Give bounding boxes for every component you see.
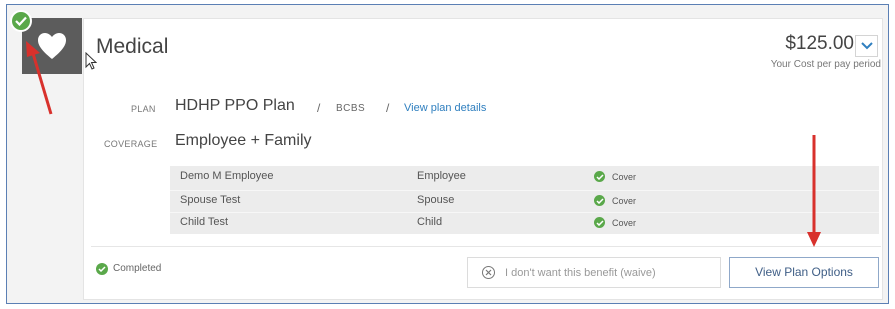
chevron-down-icon (861, 42, 873, 50)
dependent-name: Demo M Employee (180, 170, 274, 182)
dependents-table: Demo M Employee Employee Cover Spouse Te… (170, 166, 879, 234)
completion-status: Completed (113, 263, 162, 274)
annotation-arrow (26, 41, 53, 115)
check-circle-icon (594, 195, 605, 206)
check-circle-icon (594, 217, 605, 228)
waive-benefit-button[interactable]: I don't want this benefit (waive) (467, 257, 721, 288)
plan-name: HDHP PPO Plan (175, 97, 295, 114)
dependent-name: Child Test (180, 216, 229, 228)
separator: / (386, 101, 390, 115)
cost-label: Your Cost per pay period (770, 59, 881, 70)
dependent-relationship: Employee (417, 170, 466, 182)
dependent-relationship: Child (417, 216, 443, 228)
divider (91, 246, 881, 247)
benefit-title: Medical (96, 35, 169, 58)
annotation-arrow (807, 135, 821, 247)
completed-badge-icon (10, 10, 32, 32)
table-row: Child Test Child Cover (170, 212, 879, 233)
waive-button-label: I don't want this benefit (waive) (505, 267, 656, 279)
x-circle-icon (482, 266, 495, 279)
dependent-name: Spouse Test (180, 194, 241, 206)
coverage-status: Cover (612, 196, 637, 206)
view-plan-details-link[interactable]: View plan details (404, 102, 486, 114)
plan-label: PLAN (131, 104, 156, 114)
cost-dropdown-button[interactable] (855, 35, 878, 57)
coverage-value: Employee + Family (175, 132, 312, 149)
separator: / (317, 101, 321, 115)
coverage-status: Cover (612, 218, 637, 228)
check-circle-icon (594, 171, 605, 182)
benefit-cost: $125.00 (785, 33, 854, 54)
dependent-relationship: Spouse (417, 194, 455, 206)
check-circle-icon (96, 263, 108, 275)
view-plan-options-button[interactable]: View Plan Options (729, 257, 879, 288)
table-row: Spouse Test Spouse Cover (170, 190, 879, 211)
plan-carrier: BCBS (336, 103, 366, 114)
coverage-status: Cover (612, 172, 637, 182)
table-row: Demo M Employee Employee Cover (170, 167, 879, 187)
coverage-label: COVERAGE (104, 139, 158, 149)
